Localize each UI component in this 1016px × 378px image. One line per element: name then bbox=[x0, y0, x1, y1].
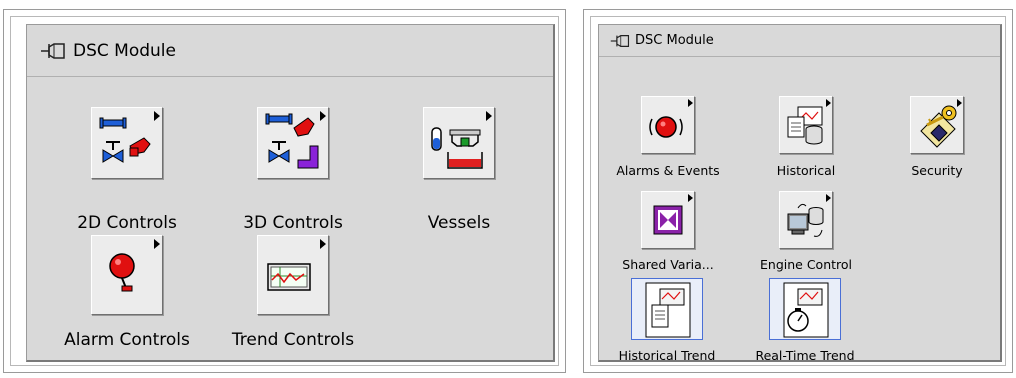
tile-shared-variable[interactable] bbox=[641, 191, 695, 249]
label-alarm-controls: Alarm Controls bbox=[64, 330, 190, 350]
right-dsc-palette: DSC Module Alarms & Events Historical Se… bbox=[598, 24, 1002, 363]
label-3d-controls: 3D Controls bbox=[243, 213, 343, 233]
right-panel-inner: DSC Module Alarms & Events Historical Se… bbox=[590, 16, 1006, 366]
label-engine-control: Engine Control bbox=[760, 257, 852, 272]
tile-2d-controls[interactable] bbox=[91, 107, 163, 179]
tile-historical-trend[interactable] bbox=[631, 278, 703, 340]
historical-trend-icon bbox=[645, 282, 691, 338]
tile-vessels[interactable] bbox=[423, 107, 495, 179]
expand-arrow-icon bbox=[320, 239, 326, 249]
left-panel-inner: DSC Module 2D Controls 3D Controls Vesse… bbox=[10, 16, 559, 366]
right-panel-frame: DSC Module Alarms & Events Historical Se… bbox=[583, 9, 1013, 373]
pin-icon[interactable] bbox=[40, 41, 66, 61]
expand-arrow-icon bbox=[154, 111, 160, 121]
real-time-trend-icon bbox=[783, 282, 829, 338]
tile-alarms-events[interactable] bbox=[641, 96, 695, 154]
label-trend-controls: Trend Controls bbox=[231, 330, 355, 350]
left-dsc-palette: DSC Module 2D Controls 3D Controls Vesse… bbox=[26, 24, 555, 362]
expand-arrow-icon bbox=[320, 111, 326, 121]
label-shared-variable: Shared Varia... bbox=[622, 257, 714, 272]
tile-real-time-trend[interactable] bbox=[769, 278, 841, 340]
label-2d-controls: 2D Controls bbox=[77, 213, 177, 233]
label-vessels: Vessels bbox=[427, 213, 491, 233]
expand-arrow-icon bbox=[688, 99, 693, 107]
expand-arrow-icon bbox=[826, 194, 831, 202]
right-palette-titlebar[interactable]: DSC Module bbox=[599, 25, 1000, 57]
tile-trend-controls[interactable] bbox=[257, 235, 329, 315]
expand-arrow-icon bbox=[688, 194, 693, 202]
tile-security[interactable] bbox=[910, 96, 964, 154]
label-real-time-trend: Real-Time Trend bbox=[755, 348, 855, 363]
expand-arrow-icon bbox=[957, 99, 962, 107]
tile-historical[interactable] bbox=[779, 96, 833, 154]
label-historical-trend: Historical Trend bbox=[618, 348, 716, 363]
label-historical: Historical bbox=[776, 163, 836, 178]
tile-3d-controls[interactable] bbox=[257, 107, 329, 179]
left-panel-frame: DSC Module 2D Controls 3D Controls Vesse… bbox=[3, 9, 566, 373]
expand-arrow-icon bbox=[154, 239, 160, 249]
expand-arrow-icon bbox=[826, 99, 831, 107]
expand-arrow-icon bbox=[486, 111, 492, 121]
left-palette-titlebar[interactable]: DSC Module bbox=[27, 25, 553, 77]
right-palette-title: DSC Module bbox=[635, 33, 714, 48]
tile-alarm-controls[interactable] bbox=[91, 235, 163, 315]
label-security: Security bbox=[911, 163, 963, 178]
label-alarms-events: Alarms & Events bbox=[616, 163, 720, 178]
tile-engine-control[interactable] bbox=[779, 191, 833, 249]
pin-icon[interactable] bbox=[610, 33, 630, 49]
left-palette-title: DSC Module bbox=[73, 40, 176, 61]
